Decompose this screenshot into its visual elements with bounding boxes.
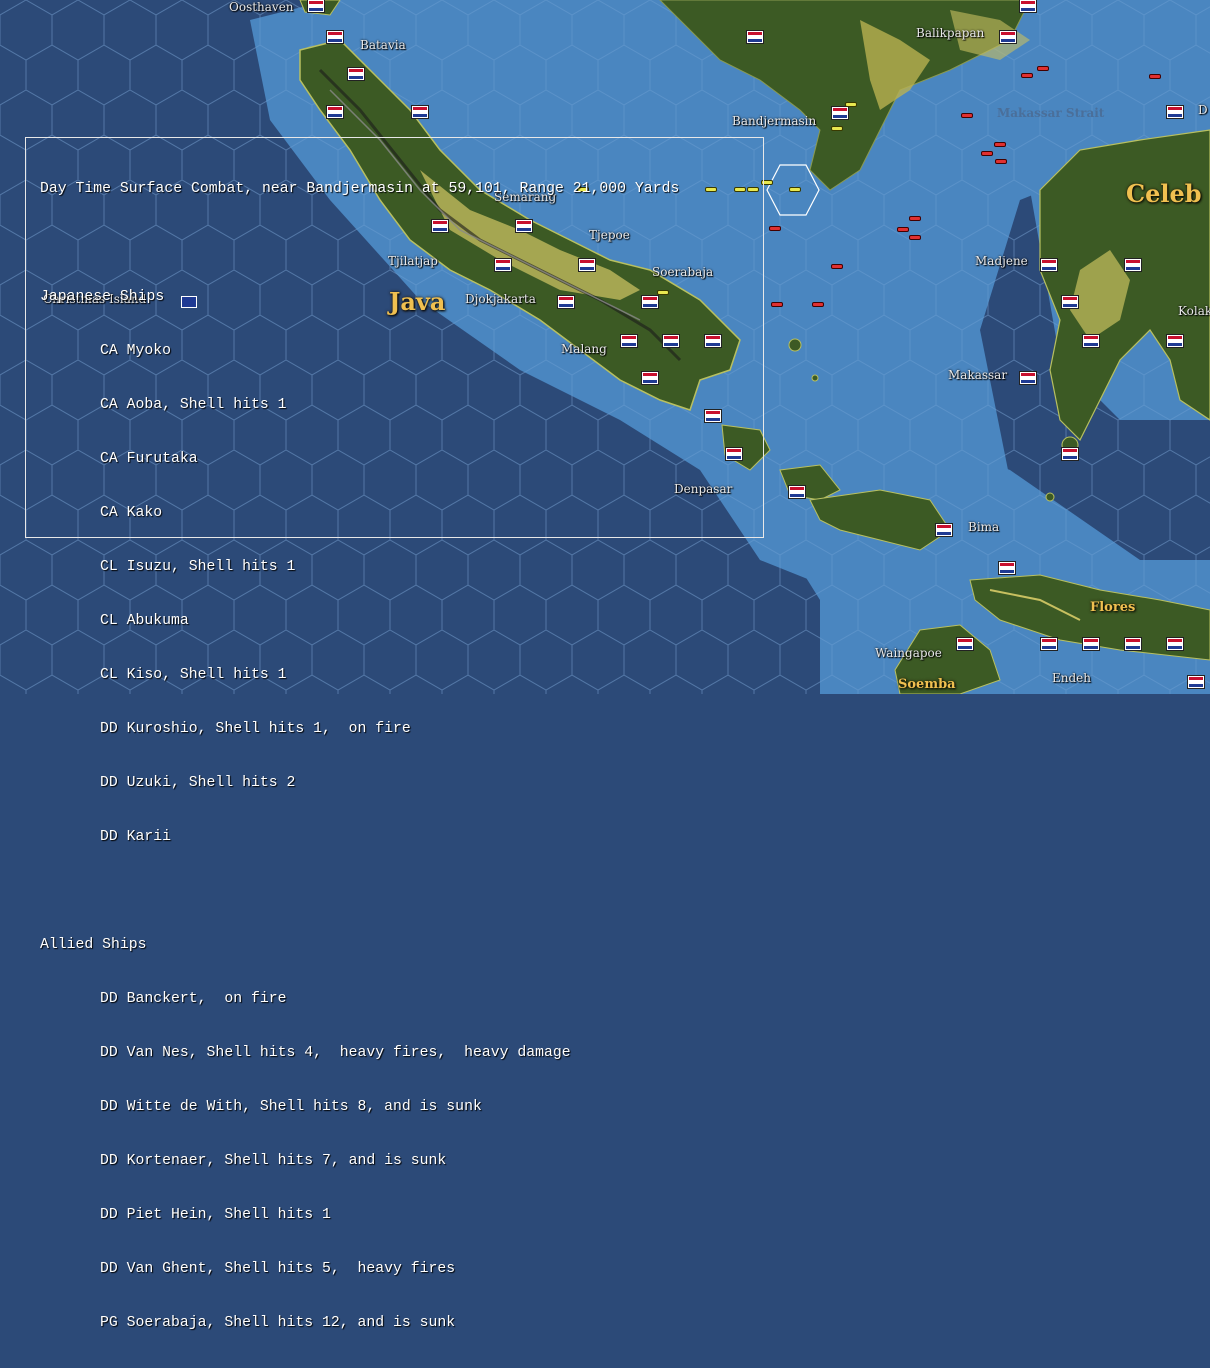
japanese-ship-line: CL Abukuma <box>100 613 189 629</box>
dutch-flag-icon[interactable] <box>412 106 428 118</box>
japanese-ship-line: CL Isuzu, Shell hits 1 <box>100 559 296 575</box>
dutch-flag-icon[interactable] <box>1083 335 1099 347</box>
dutch-flag-icon[interactable] <box>308 0 324 12</box>
dutch-flag-icon[interactable] <box>832 107 848 119</box>
dutch-flag-icon[interactable] <box>747 31 763 43</box>
allied-ship-icon[interactable] <box>962 114 972 117</box>
allied-ship-icon[interactable] <box>1022 74 1032 77</box>
combat-report-title: Day Time Surface Combat, near Bandjermas… <box>40 181 680 197</box>
dutch-flag-icon[interactable] <box>1062 448 1078 460</box>
japanese-ship-line: DD Karii <box>100 829 172 845</box>
japanese-ship-icon[interactable] <box>790 188 800 191</box>
japanese-ship-icon[interactable] <box>846 103 856 106</box>
japanese-ship-line: CA Aoba, Shell hits 1 <box>100 397 287 413</box>
japanese-ship-line: CA Furutaka <box>100 451 198 467</box>
allied-ship-line: PG Soerabaja, Shell hits 12, and is sunk <box>100 1315 456 1331</box>
place-bandjermasin[interactable]: Bandjermasin <box>732 114 816 128</box>
japanese-ship-line: CA Myoko <box>100 343 172 359</box>
allied-ship-icon[interactable] <box>1150 75 1160 78</box>
japanese-ship-line: CA Kako <box>100 505 163 521</box>
dutch-flag-icon[interactable] <box>1000 31 1016 43</box>
dutch-flag-icon[interactable] <box>1041 259 1057 271</box>
allied-ship-line: DD Piet Hein, Shell hits 1 <box>100 1207 331 1223</box>
japanese-ship-line: DD Uzuki, Shell hits 2 <box>100 775 296 791</box>
dutch-flag-icon[interactable] <box>999 562 1015 574</box>
dutch-flag-icon[interactable] <box>1167 335 1183 347</box>
allied-ship-line: DD Banckert, on fire <box>100 991 287 1007</box>
dutch-flag-icon[interactable] <box>327 106 343 118</box>
japanese-ship-line: DD Kuroshio, Shell hits 1, on fire <box>100 721 411 737</box>
japanese-ship-line: CL Kiso, Shell hits 1 <box>100 667 287 683</box>
allied-ship-icon[interactable] <box>772 303 782 306</box>
allied-ship-icon[interactable] <box>910 236 920 239</box>
allied-ship-icon[interactable] <box>996 160 1006 163</box>
allied-ship-icon[interactable] <box>832 265 842 268</box>
dutch-flag-icon[interactable] <box>1083 638 1099 650</box>
dutch-flag-icon[interactable] <box>1020 372 1036 384</box>
dutch-flag-icon[interactable] <box>1020 0 1036 12</box>
allied-ship-icon[interactable] <box>910 217 920 220</box>
place-batavia[interactable]: Batavia <box>360 38 406 52</box>
allied-ship-icon[interactable] <box>813 303 823 306</box>
dutch-flag-icon[interactable] <box>1167 106 1183 118</box>
dutch-flag-icon[interactable] <box>1041 638 1057 650</box>
dutch-flag-icon[interactable] <box>957 638 973 650</box>
allied-ship-line: DD Kortenaer, Shell hits 7, and is sunk <box>100 1153 447 1169</box>
place-kolaka[interactable]: Kolak <box>1178 304 1210 318</box>
place-oosthaven[interactable]: Oosthaven <box>229 0 294 14</box>
allied-ship-icon[interactable] <box>982 152 992 155</box>
dutch-flag-icon[interactable] <box>1125 638 1141 650</box>
allied-ship-icon[interactable] <box>1038 67 1048 70</box>
place-bima[interactable]: Bima <box>968 520 999 534</box>
dutch-flag-icon[interactable] <box>936 524 952 536</box>
place-madjene[interactable]: Madjene <box>975 254 1028 268</box>
dutch-flag-icon[interactable] <box>1188 676 1204 688</box>
dutch-flag-icon[interactable] <box>789 486 805 498</box>
dutch-flag-icon[interactable] <box>1062 296 1078 308</box>
japanese-ships-header: Japanese Ships <box>40 289 165 305</box>
allied-ship-line: DD Witte de With, Shell hits 8, and is s… <box>100 1099 482 1115</box>
dutch-flag-icon[interactable] <box>327 31 343 43</box>
dutch-flag-icon[interactable] <box>1125 259 1141 271</box>
region-label-edge: D <box>1198 103 1208 117</box>
dutch-flag-icon[interactable] <box>348 68 364 80</box>
region-label-soemba: Soemba <box>898 677 956 692</box>
allied-ship-icon[interactable] <box>898 228 908 231</box>
allied-ship-line: DD Van Nes, Shell hits 4, heavy fires, h… <box>100 1045 571 1061</box>
dutch-flag-icon[interactable] <box>1167 638 1183 650</box>
place-balikpapan[interactable]: Balikpapan <box>916 26 984 40</box>
allied-ships-header: Allied Ships <box>40 937 147 953</box>
region-label-flores: Flores <box>1090 600 1136 615</box>
region-label-celebes: Celeb <box>1126 179 1202 208</box>
allied-ship-icon[interactable] <box>770 227 780 230</box>
place-makassar[interactable]: Makassar <box>948 368 1007 382</box>
region-label-makassar-strait: Makassar Strait <box>997 106 1105 120</box>
allied-ship-line: DD Van Ghent, Shell hits 5, heavy fires <box>100 1261 456 1277</box>
allied-ship-icon[interactable] <box>995 143 1005 146</box>
combat-report-panel[interactable]: Day Time Surface Combat, near Bandjermas… <box>25 137 764 1331</box>
place-endeh[interactable]: Endeh <box>1052 671 1091 685</box>
place-waingapoe[interactable]: Waingapoe <box>875 646 942 660</box>
japanese-ship-icon[interactable] <box>832 127 842 130</box>
